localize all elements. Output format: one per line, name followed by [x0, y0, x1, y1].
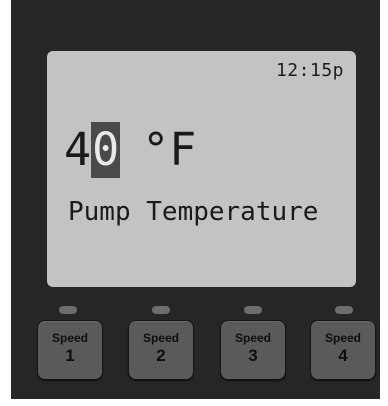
- temperature-readout: 40 °F: [64, 122, 196, 178]
- speed-4-button-label: Speed: [324, 331, 361, 345]
- temperature-digit-ones-selected[interactable]: 0: [91, 122, 121, 178]
- display-label: Pump Temperature: [68, 197, 319, 227]
- speed-1-button-label: Speed: [51, 331, 88, 345]
- pump-control-panel: 12:15p 40 °F Pump Temperature Speed 1 Spe…: [11, 0, 380, 399]
- speed-4-button[interactable]: Speed 4: [310, 320, 376, 380]
- speed-1-button[interactable]: Speed 1: [37, 320, 103, 380]
- speed-2-button-number: 2: [156, 346, 166, 365]
- speed-1-led: [59, 306, 77, 314]
- speed-2-button-label: Speed: [142, 331, 179, 345]
- temperature-unit: °F: [142, 123, 197, 176]
- lcd-display: 12:15p 40 °F Pump Temperature: [47, 51, 356, 287]
- speed-4-led: [335, 306, 353, 314]
- speed-2-led: [152, 306, 170, 314]
- speed-3-button[interactable]: Speed 3: [220, 320, 286, 380]
- speed-2-button[interactable]: Speed 2: [128, 320, 194, 380]
- speed-4-button-number: 4: [338, 346, 348, 365]
- temperature-digit-tens: 4: [64, 123, 92, 176]
- clock-readout: 12:15p: [275, 60, 344, 81]
- speed-3-button-label: Speed: [234, 331, 271, 345]
- speed-3-button-number: 3: [248, 346, 258, 365]
- speed-3-led: [244, 306, 262, 314]
- speed-1-button-number: 1: [65, 346, 75, 365]
